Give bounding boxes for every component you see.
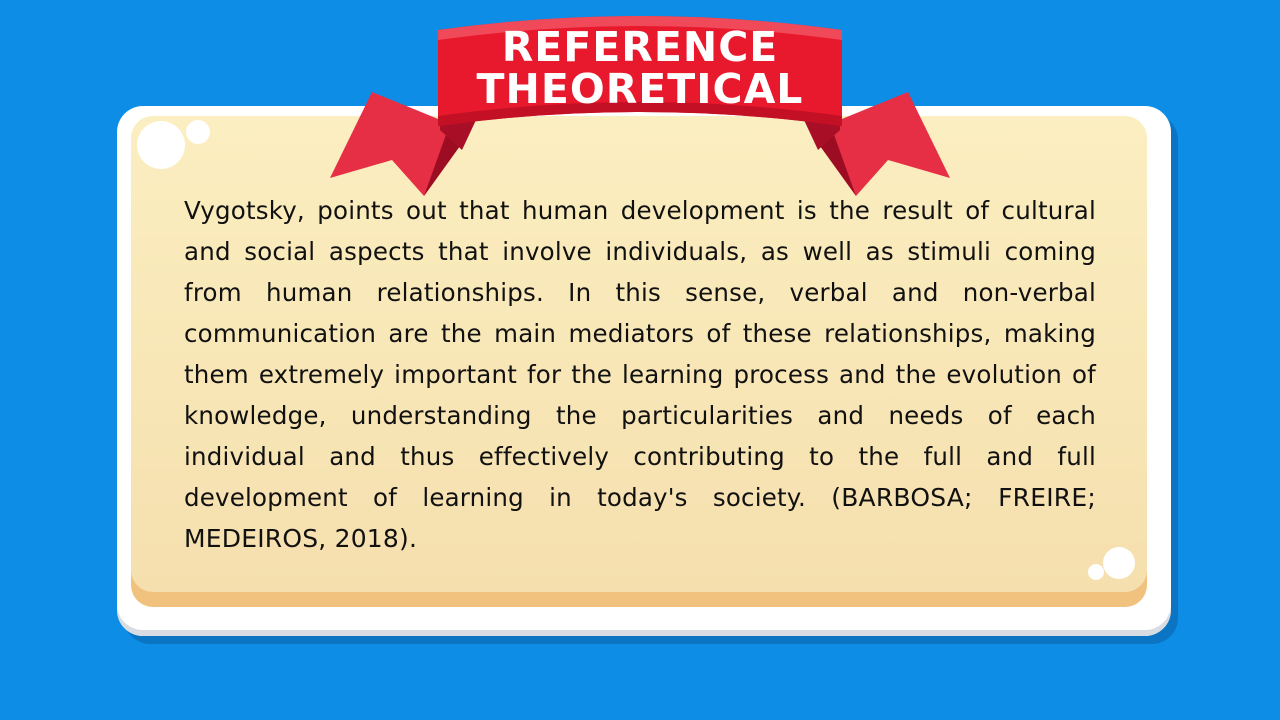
banner-title-line-2: THEORETICAL bbox=[476, 65, 804, 113]
paragraph-text: Vygotsky, points out that human developm… bbox=[184, 196, 1096, 512]
decorative-bubble-large bbox=[137, 121, 185, 169]
body-paragraph: Vygotsky, points out that human developm… bbox=[184, 190, 1096, 559]
banner-title-line-1: REFERENCE bbox=[501, 23, 779, 71]
banner-title: REFERENCE THEORETICAL bbox=[440, 26, 840, 110]
slide: Vygotsky, points out that human developm… bbox=[0, 0, 1280, 720]
decorative-bubble-large bbox=[1103, 547, 1135, 579]
decorative-bubble-small bbox=[1088, 564, 1104, 580]
decorative-bubble-small bbox=[186, 120, 210, 144]
